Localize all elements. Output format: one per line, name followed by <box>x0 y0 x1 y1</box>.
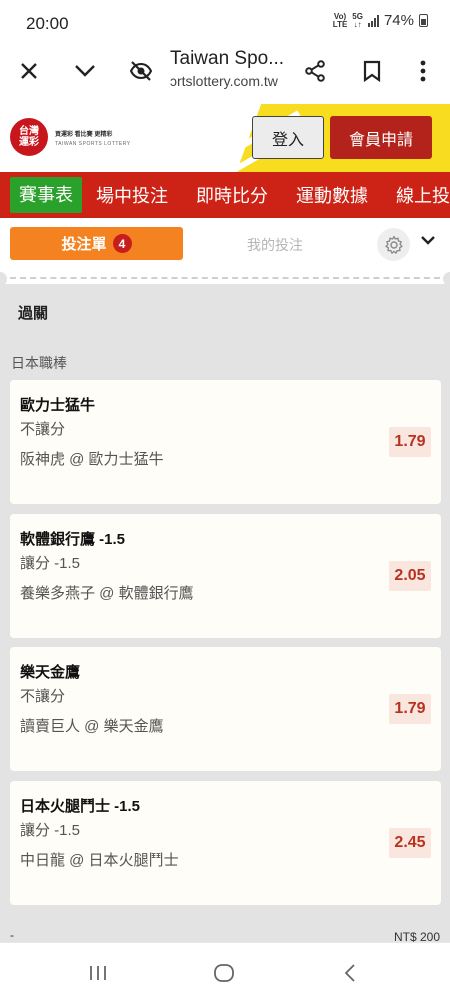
bet-odds: 1.79 <box>389 694 431 724</box>
eye-off-icon[interactable] <box>126 56 156 86</box>
tab-my-bets[interactable]: 我的投注 <box>200 235 350 255</box>
nav-item-sports-data[interactable]: 運動數據 <box>282 182 382 208</box>
gear-icon[interactable] <box>377 228 410 261</box>
bet-odds: 2.45 <box>389 828 431 858</box>
bet-market: 不讓分 <box>20 688 66 705</box>
battery-percent: 74% <box>383 12 414 29</box>
bet-match: 養樂多燕子 @ 軟體銀行鷹 <box>20 585 194 602</box>
main-nav: 賽事表 場中投注 即時比分 運動數據 線上投 <box>0 172 450 218</box>
tab-bet-slip[interactable]: 投注單 4 <box>10 227 183 260</box>
5g-bottom: ↓↑ <box>353 19 362 29</box>
page-title: Taiwan Spo... <box>170 48 285 69</box>
site-header: 台灣 運彩 買運彩 看比賽 更精彩 TAIWAN SPORTS LOTTERY … <box>0 104 450 172</box>
recent-apps-icon[interactable] <box>83 961 113 985</box>
bet-market: 讓分 -1.5 <box>20 555 81 572</box>
bet-match: 讀賣巨人 @ 樂天金鷹 <box>20 718 164 735</box>
bet-card[interactable]: 日本火腿鬥士 -1.5 讓分 -1.5 中日龍 @ 日本火腿鬥士 2.45 <box>10 781 441 905</box>
status-time: 20:00 <box>26 14 69 33</box>
bet-selection: 樂天金鷹 <box>20 664 81 681</box>
bet-selection: 日本火腿鬥士 -1.5 <box>20 798 141 815</box>
nav-item-online-betting[interactable]: 線上投 <box>382 182 450 208</box>
bet-odds: 2.05 <box>389 561 431 591</box>
status-icons: Vo) LTE 5G ↓↑ 74% <box>333 12 428 29</box>
logo-tagline: 買運彩 看比賽 更精彩 TAIWAN SPORTS LOTTERY <box>55 129 131 147</box>
stake-amount: NT$ 200 <box>393 930 440 942</box>
nav-item-live-betting[interactable]: 場中投注 <box>82 182 182 208</box>
league-label: 日本職棒 <box>11 355 67 371</box>
battery-icon <box>419 14 428 27</box>
bet-match: 阪神虎 @ 歐力士猛牛 <box>20 451 164 468</box>
bet-slip-header: 投注單 4 我的投注 <box>0 218 450 272</box>
ticket-divider <box>0 272 450 286</box>
bet-slip-panel: 投注單 4 我的投注 過關 日本職棒 歐力士猛牛 不讓分 阪神虎 @ 歐力士猛牛… <box>0 218 450 942</box>
logo-tagline-en: TAIWAN SPORTS LOTTERY <box>55 141 131 147</box>
bet-card[interactable]: 歐力士猛牛 不讓分 阪神虎 @ 歐力士猛牛 1.79 <box>10 380 441 504</box>
chevron-down-icon[interactable] <box>420 233 436 251</box>
tab-bet-slip-label: 投注單 <box>61 236 107 253</box>
logo-line-1: 台灣 <box>19 126 39 137</box>
logo-line-2: 運彩 <box>19 137 39 148</box>
status-bar: 20:00 Vo) LTE 5G ↓↑ 74% <box>0 0 450 46</box>
bet-market: 不讓分 <box>20 421 66 438</box>
parlay-section-header: 過關 <box>0 284 450 338</box>
close-icon[interactable] <box>14 56 44 86</box>
nav-item-schedule[interactable]: 賽事表 <box>10 177 82 213</box>
volte-bottom: LTE <box>332 19 348 29</box>
stake-row: - NT$ 200 <box>0 926 450 942</box>
bet-odds: 1.79 <box>389 427 431 457</box>
back-icon[interactable] <box>335 961 365 985</box>
5g-indicator: 5G ↓↑ <box>352 12 363 29</box>
register-button[interactable]: 會員申請 <box>330 116 432 159</box>
signal-icon <box>367 14 379 27</box>
bet-selection: 歐力士猛牛 <box>20 397 96 414</box>
bet-selection: 軟體銀行鷹 -1.5 <box>20 531 126 548</box>
more-vert-icon[interactable] <box>408 56 438 86</box>
nav-item-live-score[interactable]: 即時比分 <box>182 182 282 208</box>
address-bar[interactable]: Taiwan Spo... ɔrtslottery.com.tw <box>170 48 295 89</box>
bet-market: 讓分 -1.5 <box>20 822 81 839</box>
site-logo[interactable]: 台灣 運彩 <box>10 118 48 156</box>
parlay-title: 過關 <box>18 305 49 322</box>
system-nav-bar <box>0 942 450 1000</box>
bookmark-icon[interactable] <box>357 56 387 86</box>
browser-toolbar: Taiwan Spo... ɔrtslottery.com.tw <box>0 46 450 96</box>
bet-match: 中日龍 @ 日本火腿鬥士 <box>20 852 179 869</box>
home-icon[interactable] <box>209 961 239 985</box>
bet-count-badge: 4 <box>112 234 132 253</box>
bet-card[interactable]: 樂天金鷹 不讓分 讀賣巨人 @ 樂天金鷹 1.79 <box>10 647 441 771</box>
page-url: ɔrtslottery.com.tw <box>170 73 278 89</box>
chevron-down-icon[interactable] <box>70 56 100 86</box>
share-icon[interactable] <box>300 56 330 86</box>
stake-decrease[interactable]: - <box>10 928 14 942</box>
volte-indicator: Vo) LTE <box>332 12 348 29</box>
login-button[interactable]: 登入 <box>252 116 324 159</box>
logo-tagline-cn: 買運彩 看比賽 更精彩 <box>55 132 113 138</box>
bet-card[interactable]: 軟體銀行鷹 -1.5 讓分 -1.5 養樂多燕子 @ 軟體銀行鷹 2.05 <box>10 514 441 638</box>
